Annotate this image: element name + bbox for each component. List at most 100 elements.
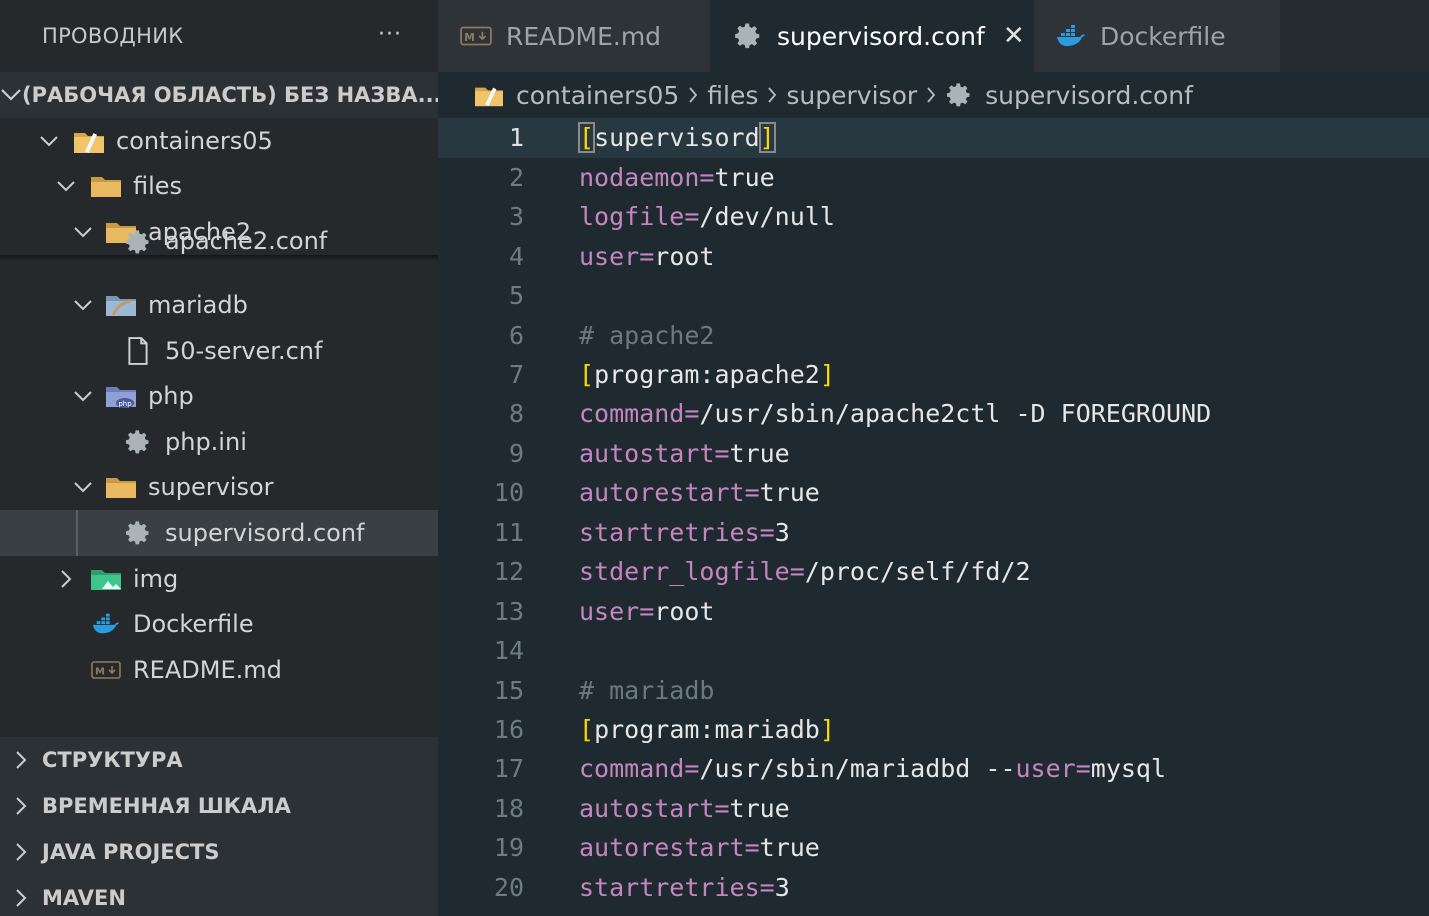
tree-file-item[interactable]: M README.md xyxy=(0,647,438,693)
tree-item-label: php.ini xyxy=(165,428,247,456)
chevron-right-icon xyxy=(767,86,777,104)
code-line[interactable]: 15 # mariadb xyxy=(438,670,1429,710)
chevron-down-icon[interactable] xyxy=(53,173,79,199)
code-line[interactable]: 1 [supervisord] xyxy=(438,118,1429,158)
mariadb-folder-icon xyxy=(104,290,138,320)
chevron-down-icon[interactable] xyxy=(70,383,96,409)
tab-readme-md[interactable]: M README.md xyxy=(438,0,710,72)
chevron-right-icon xyxy=(0,888,42,908)
code-line[interactable]: 10 autorestart=true xyxy=(438,473,1429,513)
panel-header[interactable]: JAVA PROJECTS xyxy=(0,829,438,875)
equals-sign: = xyxy=(684,754,700,784)
panel-header[interactable]: MAVEN xyxy=(0,875,438,916)
close-bracket: ] xyxy=(758,122,776,154)
image-folder-icon xyxy=(89,564,123,594)
comment: # apache2 xyxy=(579,320,715,350)
config-value: true xyxy=(759,833,820,863)
svg-text:php: php xyxy=(118,400,132,408)
equals-sign: = xyxy=(744,833,760,863)
tree-folder-item[interactable]: supervisor xyxy=(0,464,438,510)
code-line[interactable]: 14 xyxy=(438,631,1429,671)
config-value: true xyxy=(759,478,820,508)
tab-bar: M README.md supervisord.conf ✕ Dockerfile xyxy=(438,0,1429,72)
code-line[interactable]: 2 nodaemon=true xyxy=(438,157,1429,197)
tree-folder-item[interactable]: containers05 xyxy=(0,118,438,164)
svg-text:M: M xyxy=(464,31,475,44)
line-code: [program:apache2] xyxy=(579,360,835,389)
code-line[interactable]: 12 stderr_logfile=/proc/self/fd/2 xyxy=(438,552,1429,592)
tree-file-item[interactable]: Dockerfile xyxy=(0,601,438,647)
config-key: nodaemon xyxy=(579,162,700,192)
chevron-down-icon[interactable] xyxy=(70,292,96,318)
gear-icon xyxy=(945,81,973,109)
chevron-down-icon[interactable] xyxy=(36,128,62,154)
chevron-right-icon xyxy=(688,86,698,104)
code-line[interactable]: 7 [program:apache2] xyxy=(438,355,1429,395)
code-line[interactable]: 5 xyxy=(438,276,1429,316)
code-line[interactable]: 4 user=root xyxy=(438,236,1429,276)
vscode-folder-icon xyxy=(474,82,504,108)
comment: # mariadb xyxy=(579,675,715,705)
breadcrumb-item[interactable]: supervisor xyxy=(786,81,917,110)
config-value: /usr/sbin/apache2ctl -D FOREGROUND xyxy=(699,399,1212,429)
code-line[interactable]: 9 autostart=true xyxy=(438,434,1429,474)
code-line[interactable]: 16 [program:mariadb] xyxy=(438,710,1429,750)
code-line[interactable]: 20 startretries=3 xyxy=(438,868,1429,908)
code-line[interactable]: 17 command=/usr/sbin/mariadbd --user=mysq… xyxy=(438,749,1429,789)
code-editor[interactable]: 1 [supervisord] 2 nodaemon=true 3 logfile=/de… xyxy=(438,118,1429,916)
panel-header[interactable]: ВРЕМЕННАЯ ШКАЛА xyxy=(0,783,438,829)
open-bracket: [ xyxy=(577,122,596,154)
config-value: true xyxy=(729,793,790,823)
tree-folder-item[interactable]: files xyxy=(0,163,438,209)
chevron-right-icon[interactable] xyxy=(53,566,79,592)
breadcrumb-item[interactable]: containers05 xyxy=(516,81,679,110)
code-line[interactable]: 11 startretries=3 xyxy=(438,513,1429,553)
tree-folder-item[interactable]: mariadb xyxy=(0,282,438,328)
file-tree: containers05 files apache2 apache2.conf mari… xyxy=(0,118,438,737)
chevron-right-icon xyxy=(0,842,42,862)
tab-supervisord-conf[interactable]: supervisord.conf ✕ xyxy=(711,0,1033,72)
code-line[interactable]: 19 autorestart=true xyxy=(438,828,1429,868)
breadcrumb-item[interactable]: files xyxy=(707,81,758,110)
tree-item-label: README.md xyxy=(133,656,282,684)
config-key: command xyxy=(579,399,685,429)
line-number: 9 xyxy=(508,438,524,468)
panel-title: СТРУКТУРА xyxy=(42,748,183,772)
tree-file-item[interactable]: supervisord.conf xyxy=(0,510,438,556)
equals-sign: = xyxy=(759,517,775,547)
panel-header[interactable]: СТРУКТУРА xyxy=(0,737,438,783)
line-number: 11 xyxy=(493,517,524,547)
tree-folder-item[interactable]: php php xyxy=(0,373,438,419)
code-line[interactable]: 3 logfile=/dev/null xyxy=(438,197,1429,237)
equals-sign: = xyxy=(699,162,715,192)
tree-folder-item[interactable]: img xyxy=(0,556,438,602)
line-number: 20 xyxy=(493,872,524,902)
line-number: 15 xyxy=(493,675,524,705)
config-value: /usr/sbin/mariadbd -- xyxy=(699,754,1016,784)
code-line[interactable]: 6 # apache2 xyxy=(438,315,1429,355)
line-code: autorestart=true xyxy=(579,833,820,862)
workspace-header[interactable]: (РАБОЧАЯ ОБЛАСТЬ) БЕЗ НАЗВА... xyxy=(0,72,438,118)
line-number: 1 xyxy=(508,123,524,153)
config-value: /proc/self/fd/2 xyxy=(804,557,1031,587)
equals-sign: = xyxy=(639,596,655,626)
breadcrumb-item[interactable]: supervisord.conf xyxy=(985,81,1193,110)
chevron-down-icon[interactable] xyxy=(70,474,96,500)
more-actions-icon[interactable]: ··· xyxy=(378,22,402,47)
code-line[interactable]: 18 autostart=true xyxy=(438,789,1429,829)
tab-dockerfile[interactable]: Dockerfile xyxy=(1034,0,1280,72)
file-icon xyxy=(121,336,155,366)
tree-item-label: supervisor xyxy=(148,473,274,501)
tree-item-label: containers05 xyxy=(116,127,273,155)
tree-file-item[interactable]: 50-server.cnf xyxy=(0,328,438,374)
line-number: 19 xyxy=(493,833,524,863)
config-value: 3 xyxy=(774,517,790,547)
close-icon[interactable]: ✕ xyxy=(1003,21,1025,51)
tree-file-item[interactable]: php.ini xyxy=(0,419,438,465)
code-line[interactable]: 13 user=root xyxy=(438,591,1429,631)
line-number: 17 xyxy=(493,754,524,784)
line-code: startretries=3 xyxy=(579,873,790,902)
tab-label: Dockerfile xyxy=(1100,21,1226,51)
code-line[interactable]: 8 command=/usr/sbin/apache2ctl -D FOREGRO… xyxy=(438,394,1429,434)
config-value: root xyxy=(654,596,715,626)
